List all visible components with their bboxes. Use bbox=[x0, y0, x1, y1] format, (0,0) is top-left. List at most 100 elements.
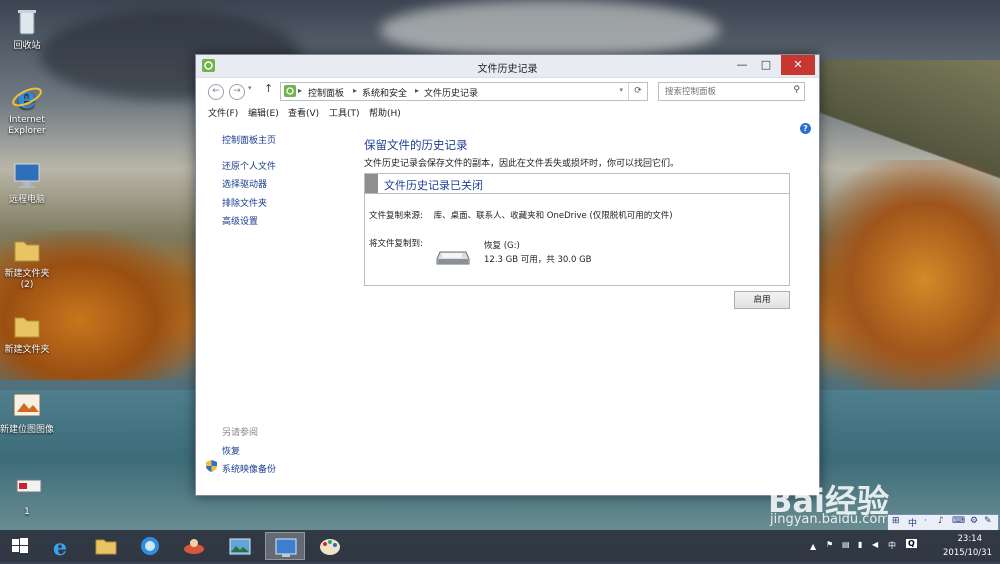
file-icon bbox=[11, 472, 43, 504]
see-also-heading: 另请参阅 bbox=[222, 428, 259, 438]
control-panel-icon bbox=[284, 85, 296, 97]
autumn-trees-right bbox=[810, 160, 1000, 400]
control-panel-icon bbox=[275, 538, 297, 557]
ime-indicator[interactable]: 中 bbox=[888, 540, 896, 551]
desktop-icon-label: Internet Explorer bbox=[8, 115, 46, 136]
ime-keyboard-icon[interactable]: ⌨ bbox=[952, 516, 965, 526]
search-box[interactable]: ⚲ bbox=[658, 82, 805, 101]
computer-icon bbox=[11, 160, 43, 192]
paint-icon bbox=[320, 539, 340, 555]
folder-icon bbox=[11, 310, 43, 342]
ime-punctuation-icon[interactable]: · bbox=[924, 516, 927, 526]
desktop-icon-label: 1 bbox=[24, 507, 30, 517]
menu-file[interactable]: 文件(F) bbox=[208, 106, 238, 119]
desktop-icon-file-1[interactable]: 1 bbox=[0, 472, 57, 518]
taskbar-app-4[interactable] bbox=[174, 532, 214, 560]
enable-button[interactable]: 启用 bbox=[734, 291, 790, 309]
volume-icon[interactable]: ◀ bbox=[872, 540, 878, 549]
folder-icon bbox=[11, 234, 43, 266]
address-dropdown-icon[interactable]: ▾ bbox=[619, 86, 623, 94]
ime-tool-icon[interactable]: ✎ bbox=[984, 516, 992, 526]
taskbar-browser[interactable] bbox=[130, 532, 170, 560]
photo-icon bbox=[229, 538, 251, 555]
copy-from-value: 库、桌面、联系人、收藏夹和 OneDrive (仅限脱机可用的文件) bbox=[433, 211, 673, 221]
network-icon[interactable]: ▤ bbox=[842, 540, 850, 549]
menu-view[interactable]: 查看(V) bbox=[288, 106, 319, 119]
recycle-bin-icon bbox=[11, 6, 43, 38]
title-bar[interactable]: 文件历史记录 — □ ✕ bbox=[196, 55, 819, 78]
ime-sound-icon[interactable]: ♪ bbox=[938, 516, 944, 526]
drive-space: 12.3 GB 可用，共 30.0 GB bbox=[484, 255, 592, 265]
cloud-light bbox=[380, 0, 720, 60]
breadcrumb-separator-icon: ▸ bbox=[353, 86, 358, 95]
page-description: 文件历史记录会保存文件的副本，因此在文件丢失或损坏时，你可以找回它们。 bbox=[364, 159, 680, 169]
sidebar-item-exclude-folders[interactable]: 排除文件夹 bbox=[222, 196, 267, 209]
desktop-icon-remote-pc[interactable]: 远程电脑 bbox=[0, 160, 57, 206]
browser-icon bbox=[141, 537, 159, 555]
action-center-icon[interactable]: ⚑ bbox=[826, 540, 833, 549]
drive-icon bbox=[436, 248, 470, 266]
status-panel: 文件历史记录已关闭 文件复制来源: 库、桌面、联系人、收藏夹和 OneDrive… bbox=[364, 173, 790, 286]
clock-time[interactable]: 23:14 bbox=[958, 534, 983, 544]
svg-text:e: e bbox=[53, 535, 67, 560]
taskbar-paint[interactable] bbox=[310, 532, 350, 560]
copy-from-row: 文件复制来源: 库、桌面、联系人、收藏夹和 OneDrive (仅限脱机可用的文… bbox=[369, 209, 673, 221]
back-button[interactable]: ← bbox=[208, 84, 224, 100]
sidebar-item-recovery[interactable]: 恢复 bbox=[222, 444, 240, 457]
up-arrow-icon[interactable]: ↑ bbox=[264, 82, 273, 95]
desktop-icon-recycle-bin[interactable]: 回收站 bbox=[0, 6, 57, 52]
bitmap-icon bbox=[11, 390, 43, 422]
svg-text:e: e bbox=[17, 81, 36, 112]
desktop-icon-bitmap[interactable]: 新建位图图像 bbox=[0, 390, 57, 436]
maximize-button[interactable]: □ bbox=[753, 55, 779, 75]
breadcrumb-control-panel[interactable]: 控制面板 bbox=[308, 86, 344, 99]
minimize-button[interactable]: — bbox=[729, 55, 755, 75]
copy-to-label: 将文件复制到: bbox=[369, 239, 423, 249]
taskbar-app-5[interactable] bbox=[220, 532, 260, 560]
search-icon[interactable]: ⚲ bbox=[793, 85, 800, 95]
help-icon[interactable]: ? bbox=[800, 123, 811, 134]
tray-expand-icon[interactable]: ▲ bbox=[810, 542, 816, 551]
ime-toolbar[interactable]: ⊞ 中 · ♪ ⌨ ⚙ ✎ bbox=[887, 514, 999, 531]
sidebar-item-select-drive[interactable]: 选择驱动器 bbox=[222, 177, 267, 190]
breadcrumb-separator-icon: ▸ bbox=[298, 86, 303, 95]
shield-icon bbox=[206, 460, 217, 475]
windows-icon bbox=[12, 538, 28, 553]
q-icon[interactable]: Q bbox=[906, 539, 917, 548]
recent-locations-icon[interactable]: ▾ bbox=[248, 84, 252, 92]
desktop-icon-ie[interactable]: e Internet Explorer bbox=[0, 80, 57, 137]
desktop-icon-folder[interactable]: 新建文件夹 bbox=[0, 310, 57, 356]
search-input[interactable] bbox=[663, 84, 787, 100]
sidebar-item-restore-files[interactable]: 还原个人文件 bbox=[222, 159, 276, 172]
taskbar-explorer[interactable] bbox=[86, 532, 126, 560]
desktop-icon-label: 新建文件夹 bbox=[4, 345, 50, 355]
ime-chinese-mode[interactable]: 中 bbox=[908, 516, 917, 529]
breadcrumb-separator-icon: ▸ bbox=[415, 86, 420, 95]
ie-icon: e bbox=[53, 535, 67, 561]
sidebar-item-advanced-settings[interactable]: 高级设置 bbox=[222, 214, 258, 227]
address-bar[interactable]: ▸ 控制面板 ▸ 系统和安全 ▸ 文件历史记录 ▾ ⟳ bbox=[280, 82, 648, 101]
menu-help[interactable]: 帮助(H) bbox=[369, 106, 401, 119]
taskbar-control-panel[interactable] bbox=[265, 532, 305, 560]
power-icon[interactable]: ▮ bbox=[858, 540, 862, 549]
breadcrumb-system-security[interactable]: 系统和安全 bbox=[362, 86, 407, 99]
refresh-icon[interactable]: ⟳ bbox=[628, 83, 647, 100]
desktop-icon-label: 远程电脑 bbox=[8, 195, 45, 205]
start-button[interactable] bbox=[0, 532, 40, 560]
ime-logo-icon[interactable]: ⊞ bbox=[892, 516, 900, 526]
desktop-icon-folder-2[interactable]: 新建文件夹 (2) bbox=[0, 234, 57, 291]
address-row: ← → ▾ ↑ ▸ 控制面板 ▸ 系统和安全 ▸ 文件历史记录 ▾ ⟳ ⚲ bbox=[196, 78, 819, 104]
ime-settings-icon[interactable]: ⚙ bbox=[970, 516, 978, 526]
menu-bar: 文件(F) 编辑(E) 查看(V) 工具(T) 帮助(H) bbox=[196, 104, 819, 120]
sidebar-item-system-image-backup[interactable]: 系统映像备份 bbox=[222, 462, 276, 475]
sidebar-item-home[interactable]: 控制面板主页 bbox=[222, 133, 276, 146]
breadcrumb-file-history[interactable]: 文件历史记录 bbox=[424, 86, 478, 99]
menu-tools[interactable]: 工具(T) bbox=[329, 106, 360, 119]
taskbar-ie[interactable]: e bbox=[42, 532, 82, 561]
close-button[interactable]: ✕ bbox=[781, 55, 815, 75]
menu-edit[interactable]: 编辑(E) bbox=[248, 106, 279, 119]
forward-button[interactable]: → bbox=[229, 84, 245, 100]
clock-date[interactable]: 2015/10/31 bbox=[943, 548, 992, 558]
folder-icon bbox=[95, 539, 117, 555]
page-title: 保留文件的历史记录 bbox=[364, 138, 468, 152]
